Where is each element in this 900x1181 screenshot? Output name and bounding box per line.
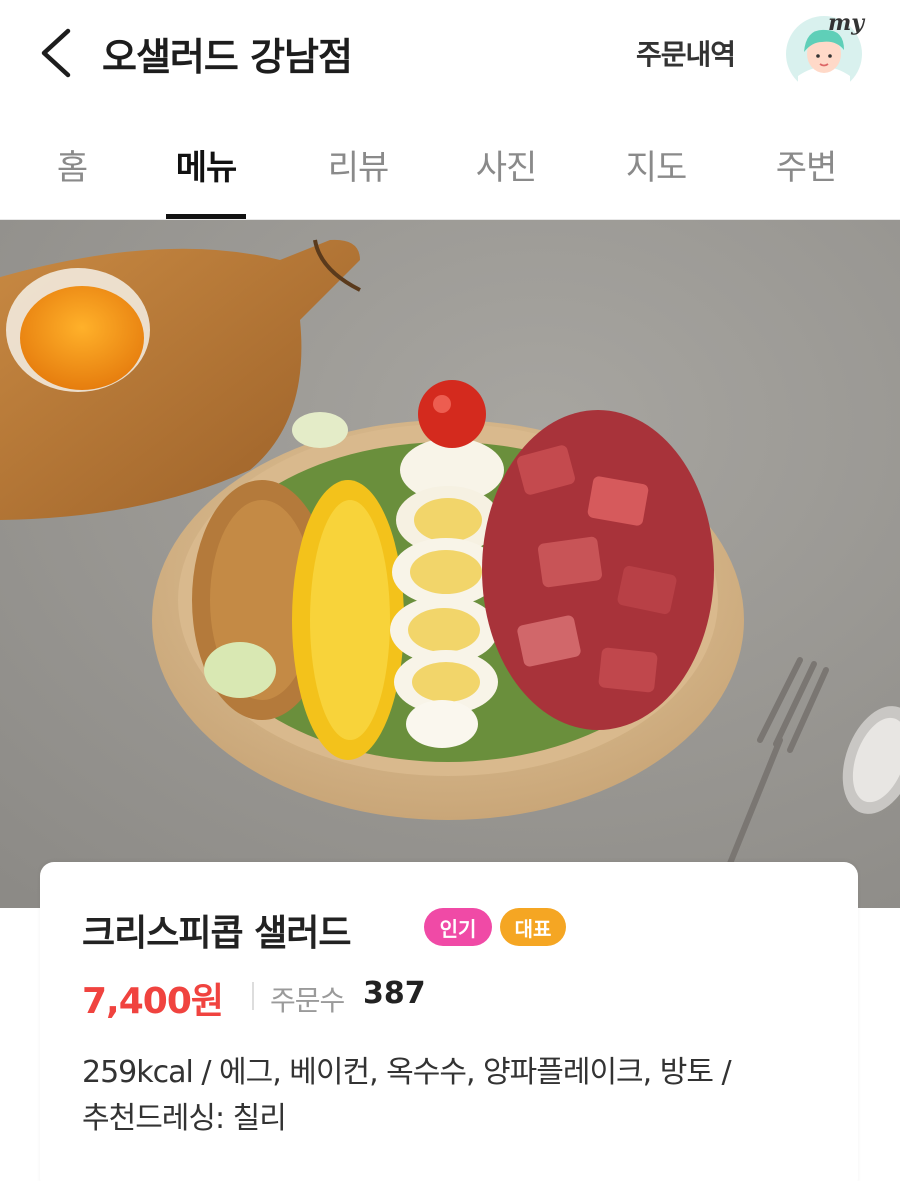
page-title: 오샐러드 강남점 <box>102 35 353 79</box>
app-header: 오샐러드 강남점 주문내역 my <box>0 0 900 112</box>
price-divider <box>252 982 254 1010</box>
tab-photos[interactable]: 사진 <box>466 140 546 189</box>
item-description-line-2: 추천드레싱: 칠리 <box>82 1101 287 1136</box>
menu-item-photo <box>0 220 900 908</box>
order-count-value: 387 <box>363 976 426 1011</box>
order-count-label: 주문수 <box>270 984 345 1017</box>
back-button[interactable] <box>30 22 80 84</box>
tab-bar: 홈 메뉴 리뷰 사진 지도 주변 <box>0 112 900 220</box>
item-description-line-1: 259kcal / 에그, 베이컨, 옥수수, 양파플레이크, 방토 / <box>82 1055 732 1090</box>
item-name: 크리스피콥 샐러드 <box>82 913 351 954</box>
tab-map[interactable]: 지도 <box>616 140 696 189</box>
tab-home[interactable]: 홈 <box>52 140 92 189</box>
tab-nearby[interactable]: 주변 <box>766 140 846 189</box>
back-arrow-icon <box>41 28 71 78</box>
active-tab-indicator <box>166 214 246 219</box>
badge-popular: 인기 <box>424 908 492 946</box>
item-description: 259kcal / 에그, 베이컨, 옥수수, 양파플레이크, 방토 / 추천드… <box>82 1050 822 1142</box>
avatar-my-label: my <box>828 10 865 36</box>
menu-item-card: 크리스피콥 샐러드 인기 대표 7,400원 주문수 387 259kcal /… <box>40 862 858 1181</box>
badge-representative: 대표 <box>500 908 566 946</box>
item-price: 7,400원 <box>82 981 224 1022</box>
tab-reviews[interactable]: 리뷰 <box>318 140 398 189</box>
order-history-link[interactable]: 주문내역 <box>636 33 736 73</box>
tab-menu[interactable]: 메뉴 <box>166 140 246 189</box>
